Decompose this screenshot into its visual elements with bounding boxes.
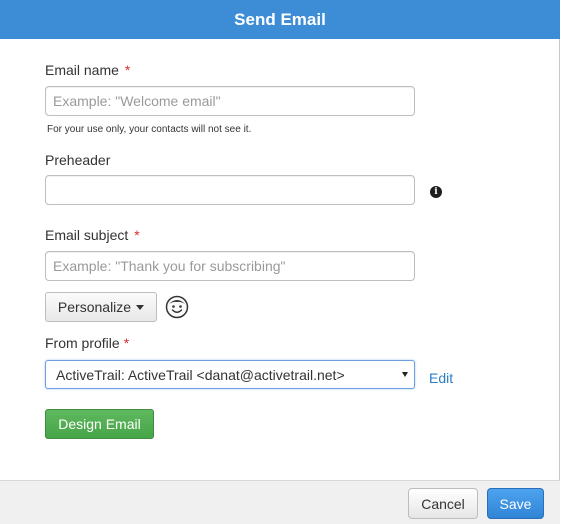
info-icon[interactable]: i [430, 186, 442, 198]
send-email-dialog: Send Email Email name * For your use only… [0, 0, 560, 524]
required-mark: * [134, 227, 140, 243]
dropdown-arrow-icon [402, 372, 408, 377]
email-name-label-text: Email name [45, 62, 119, 78]
dialog-title: Send Email [234, 9, 326, 29]
cancel-button[interactable]: Cancel [408, 488, 478, 519]
email-name-input[interactable] [45, 86, 415, 116]
caret-down-icon [136, 304, 145, 310]
dialog-header: Send Email [0, 0, 560, 39]
from-profile-select[interactable]: ActiveTrail: ActiveTrail <danat@activetr… [45, 360, 415, 389]
from-profile-selected-value: ActiveTrail: ActiveTrail <danat@activetr… [56, 366, 345, 383]
preheader-input[interactable] [45, 175, 415, 205]
smiley-icon[interactable] [165, 295, 189, 319]
email-subject-input[interactable] [45, 251, 415, 281]
email-name-label: Email name * [45, 62, 130, 78]
personalize-button[interactable]: Personalize [45, 292, 157, 322]
from-profile-label-text: From profile [45, 335, 120, 351]
required-mark: * [123, 335, 130, 351]
personalize-label: Personalize [57, 299, 132, 315]
preheader-label: Preheader [45, 152, 111, 168]
edit-profile-link[interactable]: Edit [429, 370, 453, 386]
email-name-help-text: For your use only, your contacts will no… [47, 124, 252, 135]
design-email-button[interactable]: Design Email [45, 409, 154, 439]
required-mark: * [124, 62, 131, 78]
email-subject-label-text: Email subject [45, 227, 129, 243]
email-subject-label: Email subject * [45, 227, 140, 243]
save-button[interactable]: Save [487, 488, 544, 519]
from-profile-label: From profile * [45, 335, 129, 351]
